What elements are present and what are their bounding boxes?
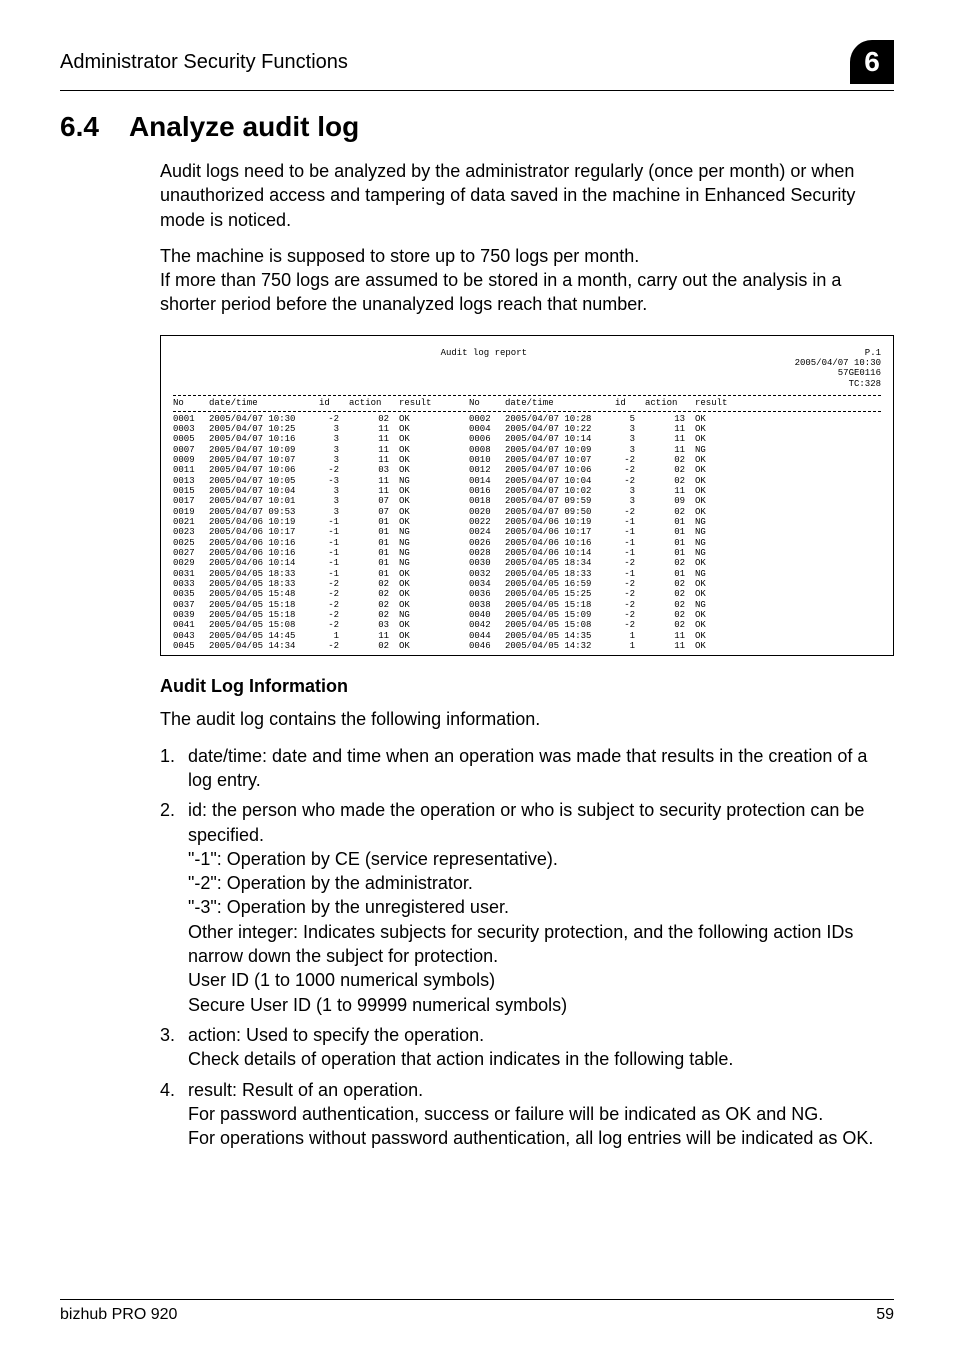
col-result: result (399, 398, 449, 408)
col-no-r: No (469, 398, 505, 408)
info-heading: Audit Log Information (160, 676, 894, 697)
item4-line2: For operations without password authenti… (188, 1126, 894, 1150)
col-no: No (173, 398, 209, 408)
table-row: 00192005/04/07 09:53307OK00202005/04/07 … (173, 507, 881, 517)
table-row: 00352005/04/05 15:48-202OK00362005/04/05… (173, 589, 881, 599)
report-column-headers: No date/time id action result No date/ti… (173, 398, 881, 411)
item2-line4: Other integer: Indicates subjects for se… (188, 920, 894, 969)
col-action-r: action (645, 398, 695, 408)
item-num: 1. (160, 744, 188, 793)
list-item-4: 4. result: Result of an operation. For p… (160, 1078, 894, 1151)
table-row: 00392005/04/05 15:18-202NG00402005/04/05… (173, 610, 881, 620)
intro-p2-line-b: If more than 750 logs are assumed to be … (160, 270, 841, 314)
item-text: action: Used to specify the operation. (188, 1025, 484, 1045)
table-row: 00072005/04/07 10:09311OK00082005/04/07 … (173, 445, 881, 455)
report-meta: P.1 2005/04/07 10:30 57GE0116 TC:328 (795, 348, 881, 389)
header-title: Administrator Security Functions (60, 51, 348, 74)
section-title: Analyze audit log (129, 111, 359, 143)
table-row: 00012005/04/07 10:30-202OK00022005/04/07… (173, 414, 881, 424)
table-row: 00212005/04/06 10:19-101OK00222005/04/06… (173, 517, 881, 527)
report-meta-serial: 57GE0116 (838, 368, 881, 378)
table-row: 00432005/04/05 14:45111OK00442005/04/05 … (173, 631, 881, 641)
col-datetime-r: date/time (505, 398, 615, 408)
report-meta-tc: TC:328 (849, 379, 881, 389)
item2-line2: "-2": Operation by the administrator. (188, 871, 894, 895)
section-heading: 6.4 Analyze audit log (60, 111, 894, 143)
item-body: date/time: date and time when an operati… (188, 744, 894, 793)
item-num: 4. (160, 1078, 188, 1151)
table-row: 00272005/04/06 10:16-101NG00282005/04/06… (173, 548, 881, 558)
table-row: 00052005/04/07 10:16311OK00062005/04/07 … (173, 434, 881, 444)
chapter-badge: 6 (850, 40, 894, 84)
col-result-r: result (695, 398, 745, 408)
item2-line5: User ID (1 to 1000 numerical symbols) (188, 968, 894, 992)
table-row: 00172005/04/07 10:01307OK00182005/04/07 … (173, 496, 881, 506)
page-footer: bizhub PRO 920 59 (60, 1299, 894, 1324)
table-row: 00452005/04/05 14:34-202OK00462005/04/05… (173, 641, 881, 651)
item2-line1: "-1": Operation by CE (service represent… (188, 847, 894, 871)
table-row: 00132005/04/07 10:05-311NG00142005/04/07… (173, 476, 881, 486)
list-item-2: 2. id: the person who made the operation… (160, 798, 894, 1017)
item-body: action: Used to specify the operation. C… (188, 1023, 894, 1072)
col-id: id (319, 398, 349, 408)
section-number: 6.4 (60, 111, 99, 143)
report-title: Audit log report (173, 348, 795, 389)
table-row: 00232005/04/06 10:17-101NG00242005/04/06… (173, 527, 881, 537)
audit-log-report: Audit log report P.1 2005/04/07 10:30 57… (160, 335, 894, 657)
intro-paragraph-1: Audit logs need to be analyzed by the ad… (160, 159, 894, 232)
page-header: Administrator Security Functions 6 (60, 40, 894, 91)
list-item-3: 3. action: Used to specify the operation… (160, 1023, 894, 1072)
info-list: 1. date/time: date and time when an oper… (160, 744, 894, 1151)
col-id-r: id (615, 398, 645, 408)
table-row: 00332005/04/05 18:33-202OK00342005/04/05… (173, 579, 881, 589)
table-row: 00032005/04/07 10:25311OK00042005/04/07 … (173, 424, 881, 434)
table-row: 00092005/04/07 10:07311OK00102005/04/07 … (173, 455, 881, 465)
item-text: result: Result of an operation. (188, 1080, 423, 1100)
item-body: id: the person who made the operation or… (188, 798, 894, 1017)
table-row: 00312005/04/05 18:33-101OK00322005/04/05… (173, 569, 881, 579)
list-item-1: 1. date/time: date and time when an oper… (160, 744, 894, 793)
info-intro: The audit log contains the following inf… (160, 707, 894, 731)
table-row: 00412005/04/05 15:08-203OK00422005/04/05… (173, 620, 881, 630)
item-num: 2. (160, 798, 188, 1017)
item3-line1: Check details of operation that action i… (188, 1047, 894, 1071)
intro-p2-line-a: The machine is supposed to store up to 7… (160, 246, 639, 266)
table-row: 00292005/04/06 10:14-101NG00302005/04/05… (173, 558, 881, 568)
report-meta-date: 2005/04/07 10:30 (795, 358, 881, 368)
item4-line1: For password authentication, success or … (188, 1102, 894, 1126)
item-text: id: the person who made the operation or… (188, 800, 864, 844)
item-body: result: Result of an operation. For pass… (188, 1078, 894, 1151)
col-datetime: date/time (209, 398, 319, 408)
footer-left: bizhub PRO 920 (60, 1306, 177, 1324)
table-row: 00152005/04/07 10:04311OK00162005/04/07 … (173, 486, 881, 496)
table-row: 00252005/04/06 10:16-101NG00262005/04/06… (173, 538, 881, 548)
footer-right: 59 (876, 1306, 894, 1324)
col-action: action (349, 398, 399, 408)
item2-line6: Secure User ID (1 to 99999 numerical sym… (188, 993, 894, 1017)
intro-paragraph-2: The machine is supposed to store up to 7… (160, 244, 894, 317)
report-rows: 00012005/04/07 10:30-202OK00022005/04/07… (173, 414, 881, 652)
table-row: 00372005/04/05 15:18-202OK00382005/04/05… (173, 600, 881, 610)
item-num: 3. (160, 1023, 188, 1072)
item2-line3: "-3": Operation by the unregistered user… (188, 895, 894, 919)
table-row: 00112005/04/07 10:06-203OK00122005/04/07… (173, 465, 881, 475)
report-meta-page: P.1 (865, 348, 881, 358)
